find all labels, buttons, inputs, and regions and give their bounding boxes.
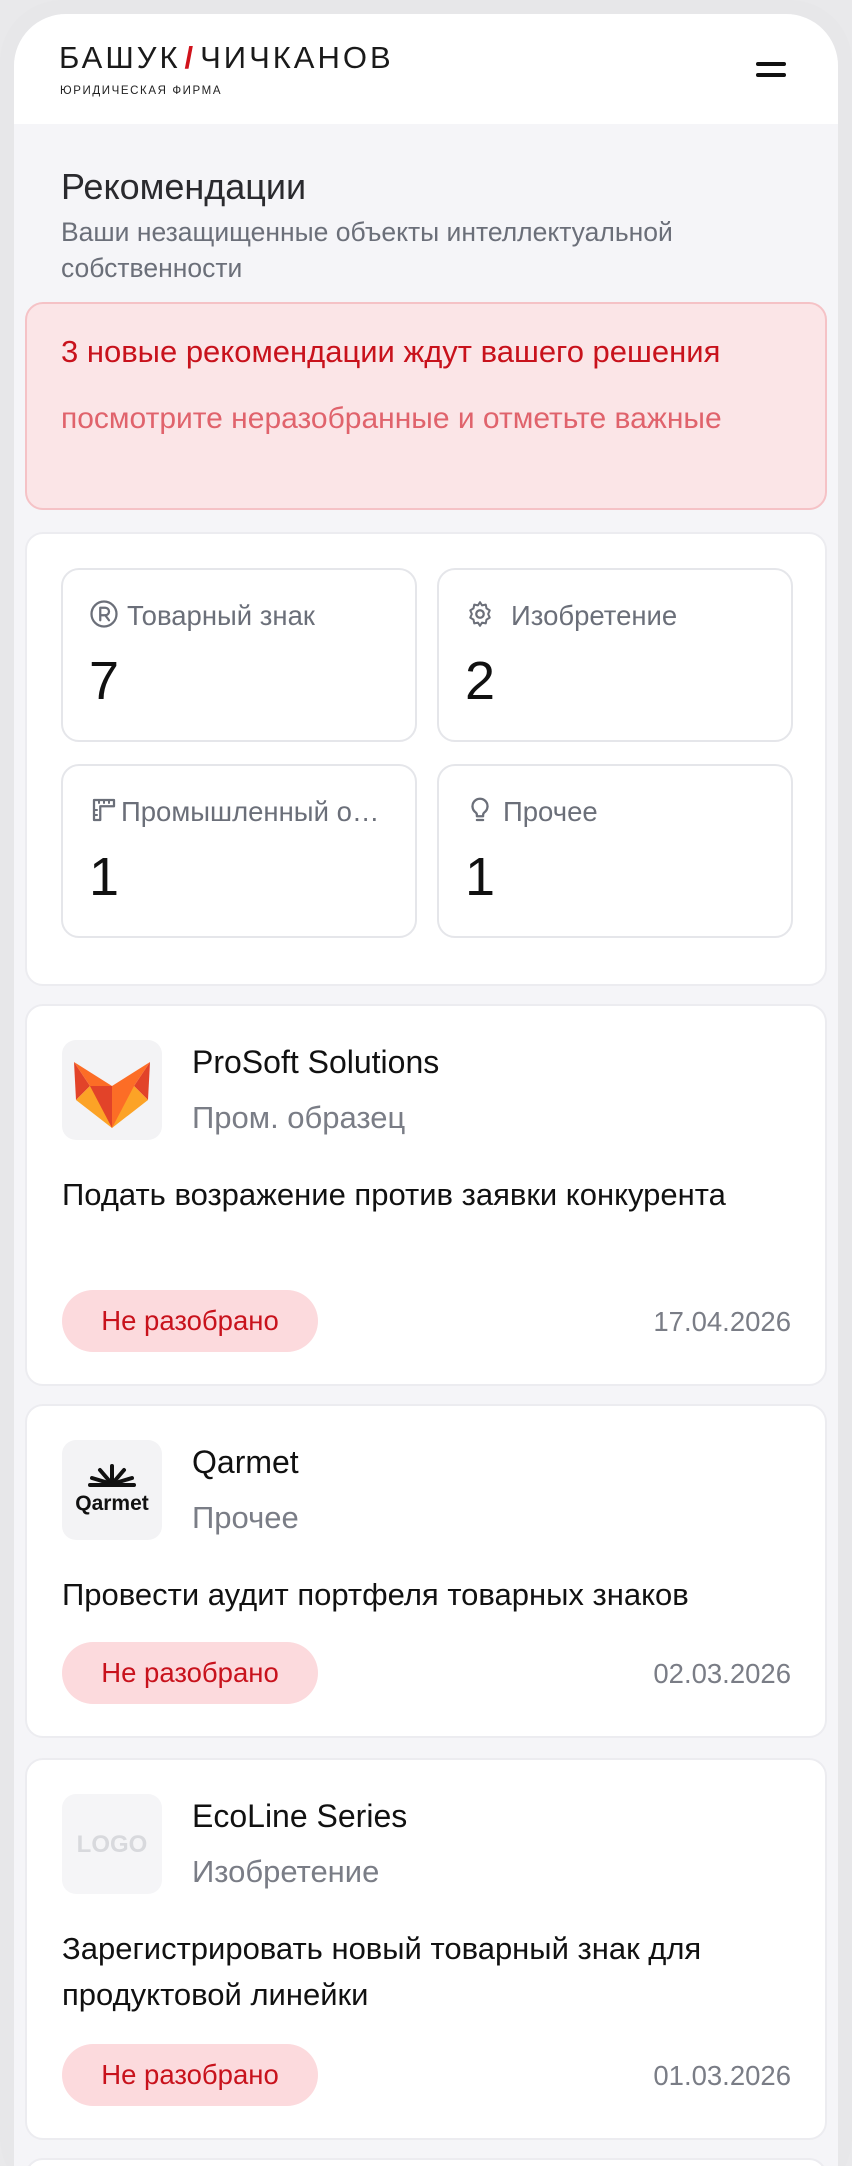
company-logo: Qarmet xyxy=(62,1440,162,1540)
recommendation-date: 17.04.2026 xyxy=(653,1306,791,1337)
stat-trademark[interactable]: Товарный знак 7 xyxy=(61,568,417,742)
status-badge[interactable]: Не разобрано xyxy=(62,2044,318,2106)
menu-icon[interactable] xyxy=(756,62,786,78)
recommendation-card[interactable]: ProSoft Solutions Пром. образец Подать в… xyxy=(25,1004,827,1386)
placeholder-logo-icon: LOGO xyxy=(77,1831,148,1858)
stat-value: 1 xyxy=(465,847,496,907)
status-badge[interactable]: Не разобрано xyxy=(62,1290,318,1352)
registered-icon xyxy=(90,600,118,628)
ruler-icon xyxy=(92,798,116,822)
stat-invention[interactable]: Изобретение 2 xyxy=(437,568,793,742)
placeholder-logo-text: LOGO xyxy=(77,1831,148,1858)
stat-label: Изобретение xyxy=(511,600,678,631)
fox-logo-icon xyxy=(74,1062,150,1128)
app-screen: БАШУК / ЧИЧКАНОВ ЮРИДИЧЕСКАЯ ФИРМА Рекомен… xyxy=(14,14,838,2166)
ip-type: Изобретение xyxy=(192,1854,380,1889)
ip-type: Пром. образец xyxy=(192,1100,406,1135)
alert-text: посмотрите неразобранные и отметьте важн… xyxy=(61,402,722,435)
new-recommendations-alert[interactable]: 3 новые рекомендации ждут вашего решения… xyxy=(25,302,827,510)
recommendation-text: Подать возражение против заявки конкурен… xyxy=(62,1177,726,1212)
stat-label: Промышленный образец xyxy=(121,796,391,827)
recommendation-date: 01.03.2026 xyxy=(653,2060,791,2091)
company-logo: LOGO xyxy=(62,1794,162,1894)
page-subtitle: Ваши незащищенные объекты интеллектуальн… xyxy=(61,217,673,283)
company-logo xyxy=(62,1040,162,1140)
stat-other[interactable]: Прочее 1 xyxy=(437,764,793,938)
recommendation-card-partial[interactable] xyxy=(25,2158,827,2166)
recommendation-text: Провести аудит портфеля товарных знаков xyxy=(62,1577,689,1612)
status-badge[interactable]: Не разобрано xyxy=(62,1642,318,1704)
lightbulb-icon xyxy=(471,797,489,822)
page-title: Рекомендации xyxy=(61,166,307,207)
brand-slash: / xyxy=(184,40,197,75)
app-header: БАШУК / ЧИЧКАНОВ ЮРИДИЧЕСКАЯ ФИРМА xyxy=(14,14,838,124)
company-name: ProSoft Solutions xyxy=(192,1044,440,1080)
stat-value: 2 xyxy=(465,651,496,711)
stat-industrial-design[interactable]: Промышленный образец 1 xyxy=(61,764,417,938)
brand-logo[interactable]: БАШУК / ЧИЧКАНОВ xyxy=(59,40,394,76)
stat-value: 7 xyxy=(89,651,120,711)
gear-icon xyxy=(469,601,491,627)
category-stats: Товарный знак 7 Изобретение 2 Промышленн… xyxy=(25,532,827,986)
company-name: Qarmet xyxy=(192,1444,299,1480)
recommendation-date: 02.03.2026 xyxy=(653,1658,791,1689)
qarmet-logo-text: Qarmet xyxy=(75,1492,149,1515)
ip-type: Прочее xyxy=(192,1500,299,1535)
recommendation-card[interactable]: LOGO EcoLine Series Изобретение Зарегист… xyxy=(25,1758,827,2140)
phone-frame: БАШУК / ЧИЧКАНОВ ЮРИДИЧЕСКАЯ ФИРМА Рекомен… xyxy=(0,0,852,2166)
recommendation-text: Зарегистрировать новый товарный знак для… xyxy=(62,1931,702,2012)
qarmet-logo-icon: Qarmet xyxy=(75,1464,149,1515)
stat-label: Прочее xyxy=(503,796,598,827)
brand-tagline: ЮРИДИЧЕСКАЯ ФИРМА xyxy=(60,85,223,97)
recommendation-card[interactable]: Qarmet Qarmet Прочее Провести аудит порт… xyxy=(25,1404,827,1738)
brand-name-left: БАШУК xyxy=(59,40,181,75)
company-name: EcoLine Series xyxy=(192,1798,408,1834)
stat-value: 1 xyxy=(89,847,120,907)
alert-title: 3 новые рекомендации ждут вашего решения xyxy=(61,334,721,369)
brand-name-right: ЧИЧКАНОВ xyxy=(200,40,394,75)
stat-label: Товарный знак xyxy=(127,600,315,631)
